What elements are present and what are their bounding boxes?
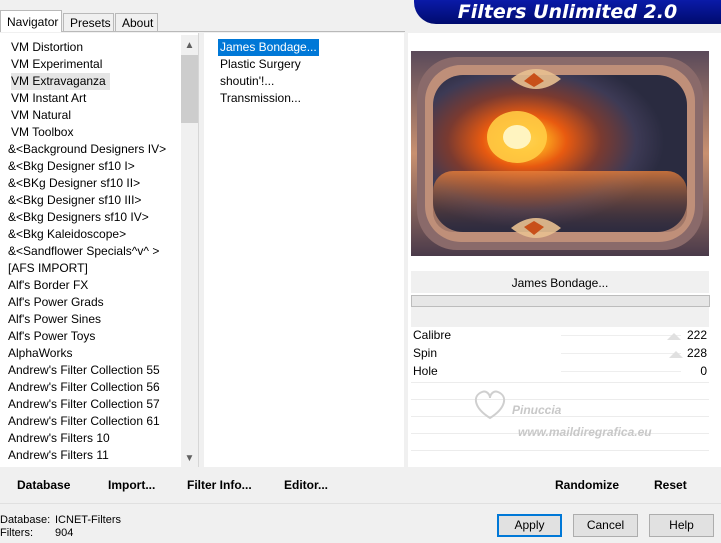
- watermark-logo-icon: [474, 390, 506, 420]
- status-separator: [0, 503, 721, 504]
- category-item[interactable]: Alf's Power Grads: [8, 294, 104, 311]
- filter-item[interactable]: shoutin'!...: [218, 73, 276, 90]
- status-database-value: ICNET-Filters: [55, 514, 121, 526]
- scroll-thumb[interactable]: [181, 55, 198, 123]
- database-button[interactable]: Database: [17, 478, 70, 492]
- category-item[interactable]: &<Background Designers IV>: [8, 141, 166, 158]
- category-item[interactable]: &<Bkg Designer sf10 I>: [8, 158, 135, 175]
- editor-button[interactable]: Editor...: [284, 478, 328, 492]
- category-item[interactable]: &<Bkg Kaleidoscope>: [8, 226, 126, 243]
- param-calibre-label: Calibre: [413, 328, 452, 342]
- cancel-button[interactable]: Cancel: [573, 514, 638, 537]
- category-item[interactable]: VM Instant Art: [11, 90, 86, 107]
- category-item[interactable]: VM Toolbox: [11, 124, 73, 141]
- category-item[interactable]: Andrew's Filter Collection 57: [8, 396, 160, 413]
- category-item[interactable]: &<Sandflower Specials^v^ >: [8, 243, 159, 260]
- category-item[interactable]: Alf's Power Sines: [8, 311, 101, 328]
- param-spin-track[interactable]: [561, 353, 681, 354]
- param-spin-label: Spin: [413, 346, 438, 360]
- current-filter-name: James Bondage...: [411, 271, 709, 293]
- category-item[interactable]: VM Distortion: [11, 39, 83, 56]
- category-item[interactable]: VM Extravaganza: [11, 73, 110, 90]
- preview-image: [411, 51, 709, 256]
- category-item[interactable]: Andrew's Filter Collection 56: [8, 379, 160, 396]
- param-hole-value: 0: [700, 364, 707, 378]
- param-hole[interactable]: Hole 0: [411, 363, 709, 380]
- tab-presets[interactable]: Presets: [63, 13, 114, 31]
- param-calibre[interactable]: Calibre 222: [411, 327, 709, 344]
- category-item[interactable]: &<Bkg Designers sf10 IV>: [8, 209, 149, 226]
- param-hole-label: Hole: [413, 364, 438, 378]
- randomize-button[interactable]: Randomize: [555, 478, 619, 492]
- status-filters-label: Filters:: [0, 527, 33, 539]
- filter-item[interactable]: James Bondage...: [218, 39, 319, 56]
- help-button[interactable]: Help: [649, 514, 714, 537]
- param-empty-row: [411, 382, 709, 383]
- filter-item[interactable]: Transmission...: [218, 90, 303, 107]
- param-spin-thumb[interactable]: [669, 351, 683, 358]
- filter-info-button[interactable]: Filter Info...: [187, 478, 252, 492]
- import-button[interactable]: Import...: [108, 478, 155, 492]
- category-item[interactable]: &<BKg Designer sf10 II>: [8, 175, 140, 192]
- param-empty-row: [411, 399, 709, 400]
- reset-button[interactable]: Reset: [654, 478, 687, 492]
- param-calibre-thumb[interactable]: [667, 333, 681, 340]
- tab-navigator[interactable]: Navigator: [0, 10, 62, 32]
- category-item[interactable]: Alf's Power Toys: [8, 328, 95, 345]
- progress-bar: [411, 295, 710, 307]
- watermark-url: www.maildiregrafica.eu: [518, 425, 652, 439]
- param-spin-value: 228: [686, 346, 707, 360]
- param-calibre-value: 222: [686, 328, 707, 342]
- category-item[interactable]: VM Natural: [11, 107, 71, 124]
- watermark-name: Pinuccia: [512, 403, 562, 417]
- category-item[interactable]: &<Bkg Designer sf10 III>: [8, 192, 141, 209]
- param-hole-track[interactable]: [561, 371, 681, 372]
- scroll-up-icon[interactable]: ▲: [181, 37, 198, 54]
- param-calibre-track[interactable]: [561, 335, 681, 336]
- category-list[interactable]: VM Distortion VM Experimental VM Extravaga…: [0, 33, 199, 467]
- category-item[interactable]: AlphaWorks: [8, 345, 72, 362]
- category-item[interactable]: Andrew's Filters 11: [8, 447, 109, 464]
- status-filters-value: 904: [55, 527, 74, 539]
- category-item[interactable]: [AFS IMPORT]: [8, 260, 88, 277]
- param-empty-row: [411, 450, 709, 451]
- category-item[interactable]: Andrew's Filter Collection 61: [8, 413, 160, 430]
- status-database-label: Database:: [0, 514, 51, 526]
- category-item[interactable]: Andrew's Filter Collection 55: [8, 362, 160, 379]
- category-scrollbar[interactable]: ▲ ▼: [181, 35, 198, 467]
- app-title-banner: Filters Unlimited 2.0: [414, 0, 721, 24]
- category-item[interactable]: Alf's Border FX: [8, 277, 88, 294]
- scroll-down-icon[interactable]: ▼: [181, 450, 198, 467]
- filter-item[interactable]: Plastic Surgery: [218, 56, 303, 73]
- apply-button[interactable]: Apply: [497, 514, 562, 537]
- category-item[interactable]: Andrew's Filters 10: [8, 430, 110, 447]
- category-item[interactable]: VM Experimental: [11, 56, 102, 73]
- param-spin[interactable]: Spin 228: [411, 345, 709, 362]
- separator-strip: [411, 307, 709, 327]
- filter-list[interactable]: James Bondage... Plastic Surgery shoutin'!…: [204, 33, 404, 467]
- tab-about[interactable]: About: [115, 13, 158, 31]
